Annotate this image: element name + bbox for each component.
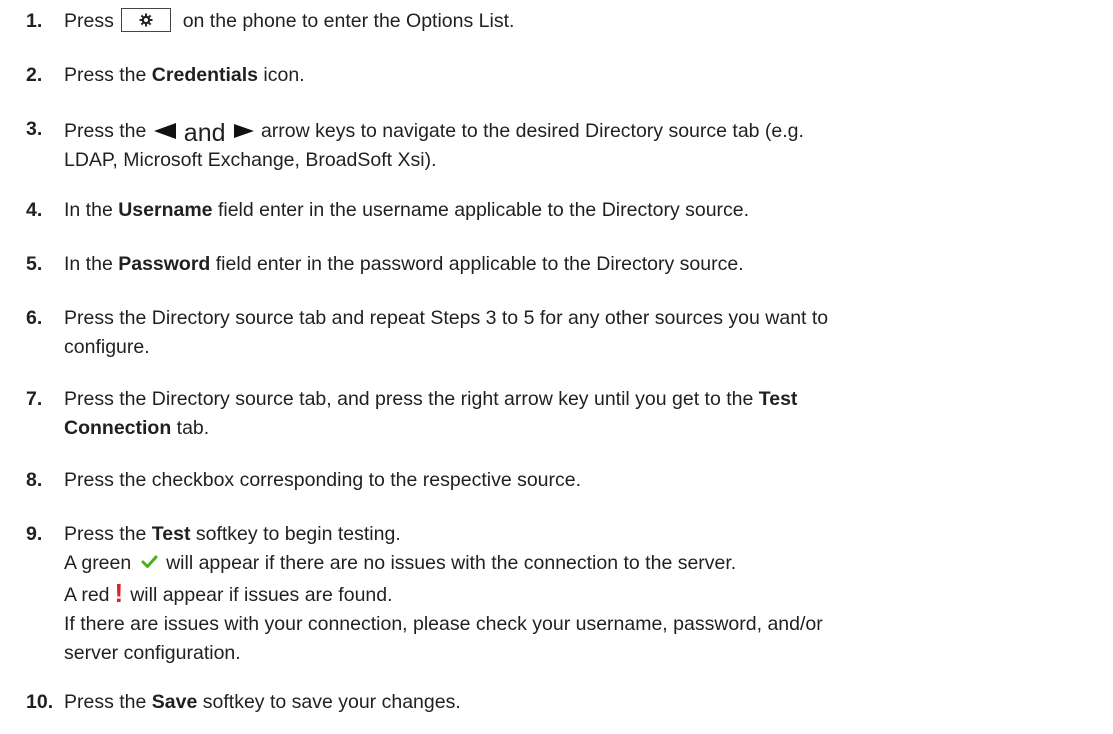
red-note-text: A red [64,584,110,606]
step-text: Press the Directory source tab, and pres… [64,388,759,410]
green-note-text-continued: will appear if there are no issues with … [166,552,737,574]
red-note-text-continued: will appear if issues are found. [130,584,393,606]
step-number: 2. [26,64,43,86]
step-number: 7. [26,388,43,410]
and-word: and [183,119,226,147]
step-text-continued: softkey to save your changes. [197,691,461,713]
green-note-text: A green [64,552,132,574]
step-number: 10. [26,691,54,713]
step-text-line-2: LDAP, Microsoft Exchange, BroadSoft Xsi)… [64,149,437,171]
test-label: Test [758,388,798,410]
step-number: 5. [26,253,43,275]
step-text: Press the checkbox corresponding to the … [64,469,582,491]
test-softkey-label: Test [151,523,191,545]
step-text-continued: on the phone to enter the Options List. [182,10,515,32]
step-number: 3. [26,118,43,140]
step-text-continued: field enter in the password applicable t… [210,253,744,275]
left-arrow-icon [153,122,176,139]
step-text: In the [64,253,119,275]
password-label: Password [118,253,211,275]
issue-text-line-2: server configuration. [64,642,241,664]
step-number: 4. [26,199,43,221]
step-text: In the [64,199,119,221]
right-arrow-icon [233,123,254,138]
step-number: 6. [26,307,43,329]
gear-key-icon [121,7,172,32]
red-exclamation-icon: ! [114,578,124,608]
step-text: Press [64,10,114,32]
save-softkey-label: Save [151,691,198,713]
step-text-line-2: configure. [64,336,150,358]
step-number: 1. [26,10,43,32]
issue-text: If there are issues with your connection… [64,613,823,635]
step-text-continued: field enter in the username applicable t… [212,199,750,221]
step-text: Press the [64,64,152,86]
step-text: Press the [64,120,147,142]
step-number: 8. [26,469,43,491]
step-number: 9. [26,523,43,545]
credentials-label: Credentials [151,64,258,86]
step-text: Press the [64,691,152,713]
step-text-continued: softkey to begin testing. [190,523,401,545]
green-check-icon [141,555,158,568]
step-text: Press the [64,523,152,545]
step-text-continued: icon. [258,64,305,86]
step-text-continued: tab. [171,417,210,439]
username-label: Username [118,199,213,221]
step-text: Press the Directory source tab and repea… [64,307,829,329]
connection-label: Connection [64,417,172,439]
step-text-continued: arrow keys to navigate to the desired Di… [260,120,804,142]
